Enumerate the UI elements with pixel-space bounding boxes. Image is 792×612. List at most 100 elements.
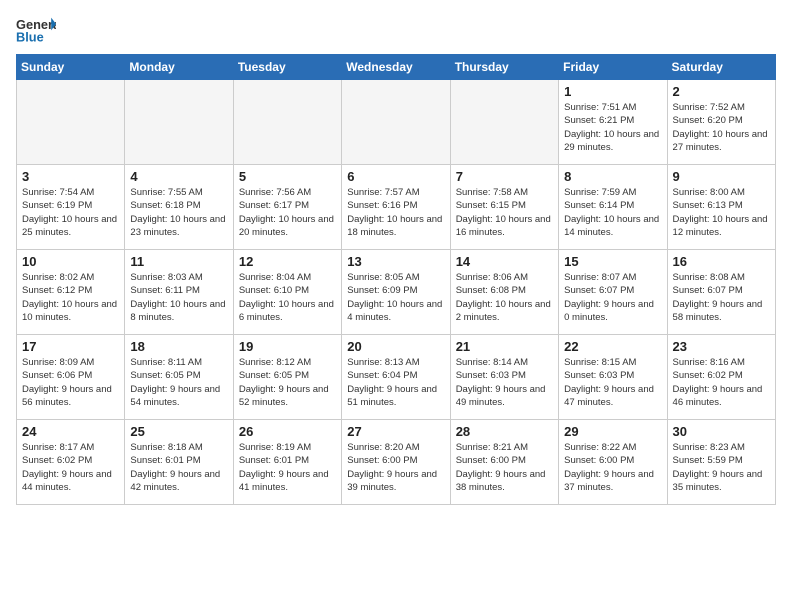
day-number: 27: [347, 424, 444, 439]
day-number: 11: [130, 254, 227, 269]
day-info: Sunrise: 8:21 AMSunset: 6:00 PMDaylight:…: [456, 441, 553, 494]
calendar-cell: [125, 80, 233, 165]
day-number: 12: [239, 254, 336, 269]
calendar-cell: 8 Sunrise: 7:59 AMSunset: 6:14 PMDaylight…: [559, 165, 667, 250]
day-info: Sunrise: 8:15 AMSunset: 6:03 PMDaylight:…: [564, 356, 661, 409]
day-number: 10: [22, 254, 119, 269]
calendar-cell: 18 Sunrise: 8:11 AMSunset: 6:05 PMDayligh…: [125, 335, 233, 420]
day-info: Sunrise: 8:03 AMSunset: 6:11 PMDaylight:…: [130, 271, 227, 324]
day-number: 2: [673, 84, 770, 99]
weekday-header-monday: Monday: [125, 55, 233, 80]
day-info: Sunrise: 8:11 AMSunset: 6:05 PMDaylight:…: [130, 356, 227, 409]
calendar-cell: 21 Sunrise: 8:14 AMSunset: 6:03 PMDayligh…: [450, 335, 558, 420]
day-info: Sunrise: 8:00 AMSunset: 6:13 PMDaylight:…: [673, 186, 770, 239]
calendar-cell: [450, 80, 558, 165]
calendar-cell: 19Sunrise: 8:12 AMSunset: 6:05 PMDayligh…: [233, 335, 341, 420]
day-number: 16: [673, 254, 770, 269]
day-info: Sunrise: 8:13 AMSunset: 6:04 PMDaylight:…: [347, 356, 444, 409]
day-number: 7: [456, 169, 553, 184]
day-number: 18: [130, 339, 227, 354]
day-info: Sunrise: 8:20 AMSunset: 6:00 PMDaylight:…: [347, 441, 444, 494]
day-info: Sunrise: 8:19 AMSunset: 6:01 PMDaylight:…: [239, 441, 336, 494]
calendar-cell: 26 Sunrise: 8:19 AMSunset: 6:01 PMDayligh…: [233, 420, 341, 505]
day-number: 23: [673, 339, 770, 354]
calendar-cell: [17, 80, 125, 165]
calendar-cell: [233, 80, 341, 165]
day-info: Sunrise: 8:07 AMSunset: 6:07 PMDaylight:…: [564, 271, 661, 324]
calendar-cell: 6 Sunrise: 7:57 AMSunset: 6:16 PMDaylight…: [342, 165, 450, 250]
weekday-header-sunday: Sunday: [17, 55, 125, 80]
day-number: 1: [564, 84, 661, 99]
calendar-cell: 16 Sunrise: 8:08 AMSunset: 6:07 PMDayligh…: [667, 250, 775, 335]
calendar-cell: 9Sunrise: 8:00 AMSunset: 6:13 PMDaylight…: [667, 165, 775, 250]
day-info: Sunrise: 7:52 AMSunset: 6:20 PMDaylight:…: [673, 101, 770, 154]
day-number: 26: [239, 424, 336, 439]
day-number: 20: [347, 339, 444, 354]
calendar-cell: 1Sunrise: 7:51 AMSunset: 6:21 PMDaylight…: [559, 80, 667, 165]
day-info: Sunrise: 8:08 AMSunset: 6:07 PMDaylight:…: [673, 271, 770, 324]
day-info: Sunrise: 8:23 AMSunset: 5:59 PMDaylight:…: [673, 441, 770, 494]
calendar-cell: 22 Sunrise: 8:15 AMSunset: 6:03 PMDayligh…: [559, 335, 667, 420]
weekday-header-wednesday: Wednesday: [342, 55, 450, 80]
week-row-4: 17Sunrise: 8:09 AMSunset: 6:06 PMDayligh…: [17, 335, 776, 420]
calendar-cell: 13Sunrise: 8:05 AMSunset: 6:09 PMDayligh…: [342, 250, 450, 335]
day-info: Sunrise: 7:58 AMSunset: 6:15 PMDaylight:…: [456, 186, 553, 239]
logo: General Blue: [16, 16, 56, 44]
weekday-header-thursday: Thursday: [450, 55, 558, 80]
day-number: 8: [564, 169, 661, 184]
weekday-header-saturday: Saturday: [667, 55, 775, 80]
calendar-cell: 24Sunrise: 8:17 AMSunset: 6:02 PMDayligh…: [17, 420, 125, 505]
day-info: Sunrise: 7:59 AMSunset: 6:14 PMDaylight:…: [564, 186, 661, 239]
day-number: 28: [456, 424, 553, 439]
day-info: Sunrise: 7:54 AMSunset: 6:19 PMDaylight:…: [22, 186, 119, 239]
weekday-header-tuesday: Tuesday: [233, 55, 341, 80]
calendar-cell: 5 Sunrise: 7:56 AMSunset: 6:17 PMDaylight…: [233, 165, 341, 250]
calendar-cell: 30 Sunrise: 8:23 AMSunset: 5:59 PMDayligh…: [667, 420, 775, 505]
day-info: Sunrise: 8:04 AMSunset: 6:10 PMDaylight:…: [239, 271, 336, 324]
day-number: 6: [347, 169, 444, 184]
day-info: Sunrise: 8:22 AMSunset: 6:00 PMDaylight:…: [564, 441, 661, 494]
day-info: Sunrise: 8:17 AMSunset: 6:02 PMDaylight:…: [22, 441, 119, 494]
day-number: 19: [239, 339, 336, 354]
calendar-cell: 3 Sunrise: 7:54 AMSunset: 6:19 PMDaylight…: [17, 165, 125, 250]
week-row-1: 1Sunrise: 7:51 AMSunset: 6:21 PMDaylight…: [17, 80, 776, 165]
day-number: 13: [347, 254, 444, 269]
day-number: 21: [456, 339, 553, 354]
week-row-2: 3 Sunrise: 7:54 AMSunset: 6:19 PMDaylight…: [17, 165, 776, 250]
calendar-cell: 17Sunrise: 8:09 AMSunset: 6:06 PMDayligh…: [17, 335, 125, 420]
day-info: Sunrise: 8:06 AMSunset: 6:08 PMDaylight:…: [456, 271, 553, 324]
calendar-cell: 29 Sunrise: 8:22 AMSunset: 6:00 PMDayligh…: [559, 420, 667, 505]
day-number: 22: [564, 339, 661, 354]
week-row-3: 10Sunrise: 8:02 AMSunset: 6:12 PMDayligh…: [17, 250, 776, 335]
calendar-cell: 27 Sunrise: 8:20 AMSunset: 6:00 PMDayligh…: [342, 420, 450, 505]
day-info: Sunrise: 7:55 AMSunset: 6:18 PMDaylight:…: [130, 186, 227, 239]
calendar-cell: 20 Sunrise: 8:13 AMSunset: 6:04 PMDayligh…: [342, 335, 450, 420]
calendar-cell: 4 Sunrise: 7:55 AMSunset: 6:18 PMDaylight…: [125, 165, 233, 250]
day-number: 3: [22, 169, 119, 184]
day-number: 30: [673, 424, 770, 439]
weekday-header-friday: Friday: [559, 55, 667, 80]
calendar-cell: 7 Sunrise: 7:58 AMSunset: 6:15 PMDaylight…: [450, 165, 558, 250]
day-info: Sunrise: 7:56 AMSunset: 6:17 PMDaylight:…: [239, 186, 336, 239]
day-number: 29: [564, 424, 661, 439]
calendar-cell: 2 Sunrise: 7:52 AMSunset: 6:20 PMDaylight…: [667, 80, 775, 165]
calendar-cell: 14Sunrise: 8:06 AMSunset: 6:08 PMDayligh…: [450, 250, 558, 335]
day-number: 17: [22, 339, 119, 354]
calendar-cell: 28 Sunrise: 8:21 AMSunset: 6:00 PMDayligh…: [450, 420, 558, 505]
calendar-cell: 25Sunrise: 8:18 AMSunset: 6:01 PMDayligh…: [125, 420, 233, 505]
weekday-header-row: SundayMondayTuesdayWednesdayThursdayFrid…: [17, 55, 776, 80]
week-row-5: 24Sunrise: 8:17 AMSunset: 6:02 PMDayligh…: [17, 420, 776, 505]
calendar-cell: [342, 80, 450, 165]
calendar-table: SundayMondayTuesdayWednesdayThursdayFrid…: [16, 54, 776, 505]
calendar-cell: 10Sunrise: 8:02 AMSunset: 6:12 PMDayligh…: [17, 250, 125, 335]
day-number: 5: [239, 169, 336, 184]
day-number: 25: [130, 424, 227, 439]
day-number: 15: [564, 254, 661, 269]
day-info: Sunrise: 8:14 AMSunset: 6:03 PMDaylight:…: [456, 356, 553, 409]
logo-icon: General Blue: [16, 16, 56, 44]
header: General Blue: [16, 16, 776, 44]
day-number: 4: [130, 169, 227, 184]
day-info: Sunrise: 7:57 AMSunset: 6:16 PMDaylight:…: [347, 186, 444, 239]
calendar-cell: 23Sunrise: 8:16 AMSunset: 6:02 PMDayligh…: [667, 335, 775, 420]
svg-text:Blue: Blue: [16, 30, 44, 44]
